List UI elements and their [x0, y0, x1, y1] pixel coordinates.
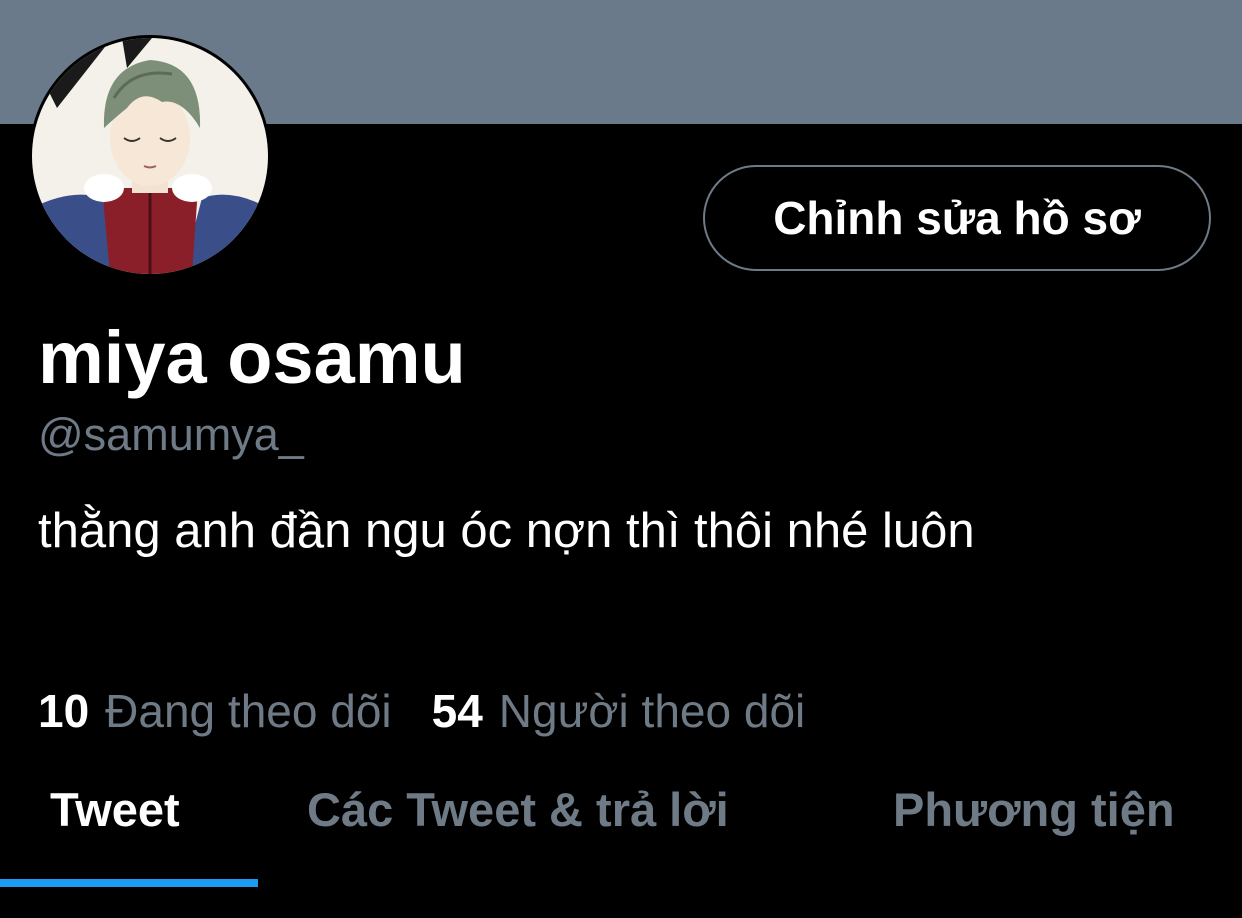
following-label: Đang theo dõi	[105, 685, 392, 737]
active-tab-indicator	[0, 879, 258, 887]
following-link[interactable]: 10 Đang theo dõi	[38, 684, 392, 738]
following-count: 10	[38, 685, 90, 737]
display-name: miya osamu	[38, 316, 466, 399]
tab-tweets-and-replies[interactable]: Các Tweet & trả lời	[307, 782, 729, 838]
avatar-illustration	[32, 38, 268, 274]
username-handle: @samumya_	[38, 409, 304, 460]
profile-bio: thằng anh đần ngu óc nợn thì thôi nhé lu…	[38, 504, 975, 558]
profile-tabs: Tweet Các Tweet & trả lời Phương tiện	[0, 760, 1242, 888]
follow-stats: 10 Đang theo dõi 54 Người theo dõi	[38, 684, 805, 738]
profile-avatar[interactable]	[29, 35, 271, 277]
followers-count: 54	[431, 685, 483, 737]
tab-media[interactable]: Phương tiện	[893, 782, 1175, 838]
tab-tweets[interactable]: Tweet	[50, 782, 180, 838]
followers-link[interactable]: 54 Người theo dõi	[432, 684, 806, 738]
followers-label: Người theo dõi	[498, 685, 806, 737]
edit-profile-button[interactable]: Chỉnh sửa hồ sơ	[703, 165, 1211, 271]
